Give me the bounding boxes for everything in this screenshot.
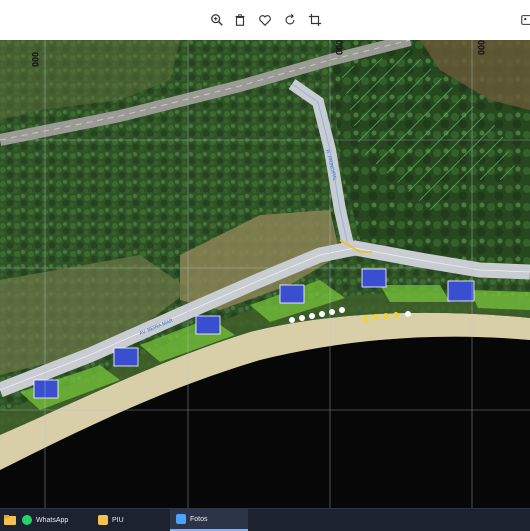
grid-mark-center: 000 (334, 40, 344, 55)
image-canvas[interactable]: AV. BEIRA MAR R. PRINCIPAL 000 000 000 (0, 40, 530, 508)
folder-app-icon[interactable] (4, 514, 16, 526)
taskbar-label: PIU (112, 516, 124, 524)
grid-mark-right: 000 (476, 40, 486, 55)
aerial-site-plan-image: AV. BEIRA MAR R. PRINCIPAL 000 000 000 (0, 40, 530, 508)
taskbar-label: WhatsApp (36, 516, 69, 524)
delete-icon[interactable] (231, 11, 249, 29)
edit-icon[interactable] (518, 11, 530, 29)
zoom-in-icon[interactable] (208, 11, 226, 29)
taskbar-item-fotos[interactable]: Fotos (170, 509, 248, 531)
folder-icon (98, 515, 108, 525)
photo-viewer-toolbar (0, 0, 530, 41)
crop-icon[interactable] (306, 11, 324, 29)
taskbar-label: Fotos (190, 515, 208, 523)
favorite-heart-icon[interactable] (256, 11, 274, 29)
grid-mark-left: 000 (30, 52, 40, 67)
windows-taskbar: WhatsApp PIU Fotos (0, 508, 530, 531)
taskbar-item-piu[interactable]: PIU (92, 509, 168, 531)
whatsapp-icon (22, 515, 32, 525)
photos-icon (176, 514, 186, 524)
taskbar-item-whatsapp[interactable]: WhatsApp (16, 509, 86, 531)
rotate-icon[interactable] (281, 11, 299, 29)
